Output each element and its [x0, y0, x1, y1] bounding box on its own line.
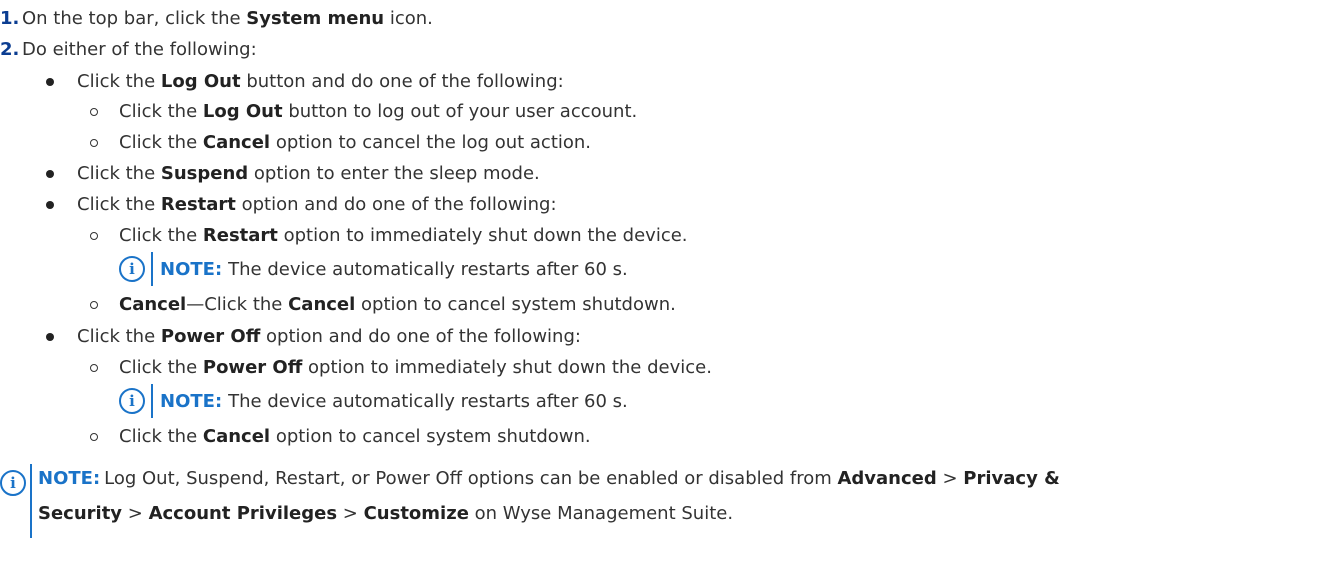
restart-note: i NOTE: The device automatically restart… — [119, 252, 628, 286]
list-item-restart: Click the Restart option and do one of t… — [77, 194, 557, 215]
step-text: On the top bar, click the System menu ic… — [22, 8, 433, 29]
step-text: Do either of the following: — [22, 39, 257, 60]
note-label: NOTE: — [38, 468, 101, 489]
step-1: 1. On the top bar, click the System menu… — [0, 6, 433, 32]
list-item-restart-cancel: Cancel—Click the Cancel option to cancel… — [119, 294, 676, 315]
note-divider — [30, 502, 32, 538]
note-label: NOTE: — [160, 258, 223, 280]
list-item-restart-confirm: Click the Restart option to immediately … — [119, 225, 688, 246]
info-circle-icon: i — [119, 388, 145, 414]
bullet-icon — [46, 201, 54, 209]
poweroff-note: i NOTE: The device automatically restart… — [119, 384, 628, 418]
note-label: NOTE: — [160, 390, 223, 412]
sub-bullet-icon — [90, 364, 98, 372]
list-item-suspend: Click the Suspend option to enter the sl… — [77, 163, 540, 184]
final-note-line-1: NOTE: Log Out, Suspend, Restart, or Power… — [38, 468, 1060, 489]
note-text: The device automatically restarts after … — [228, 258, 628, 280]
sub-bullet-icon — [90, 108, 98, 116]
step-2: 2. Do either of the following: — [0, 37, 257, 63]
info-circle-icon: i — [119, 256, 145, 282]
list-item-poweroff: Click the Power Off option and do one of… — [77, 326, 581, 347]
note-divider — [30, 464, 32, 504]
info-circle-icon: i — [0, 470, 26, 496]
bullet-icon — [46, 78, 54, 86]
list-item-poweroff-confirm: Click the Power Off option to immediatel… — [119, 357, 712, 378]
note-text: The device automatically restarts after … — [228, 390, 628, 412]
list-item-logout-confirm: Click the Log Out button to log out of y… — [119, 101, 638, 122]
sub-bullet-icon — [90, 232, 98, 240]
sub-bullet-icon — [90, 301, 98, 309]
sub-bullet-icon — [90, 433, 98, 441]
bullet-icon — [46, 333, 54, 341]
list-item-logout-cancel: Click the Cancel option to cancel the lo… — [119, 132, 592, 153]
bullet-icon — [46, 170, 54, 178]
step-number: 2. — [0, 39, 20, 60]
sub-bullet-icon — [90, 139, 98, 147]
list-item-poweroff-cancel: Click the Cancel option to cancel system… — [119, 426, 591, 447]
note-divider — [151, 384, 153, 418]
note-divider — [151, 252, 153, 286]
final-note-line-2: Security > Account Privileges > Customiz… — [38, 503, 734, 524]
list-item-logout: Click the Log Out button and do one of t… — [77, 71, 564, 92]
step-number: 1. — [0, 8, 20, 29]
